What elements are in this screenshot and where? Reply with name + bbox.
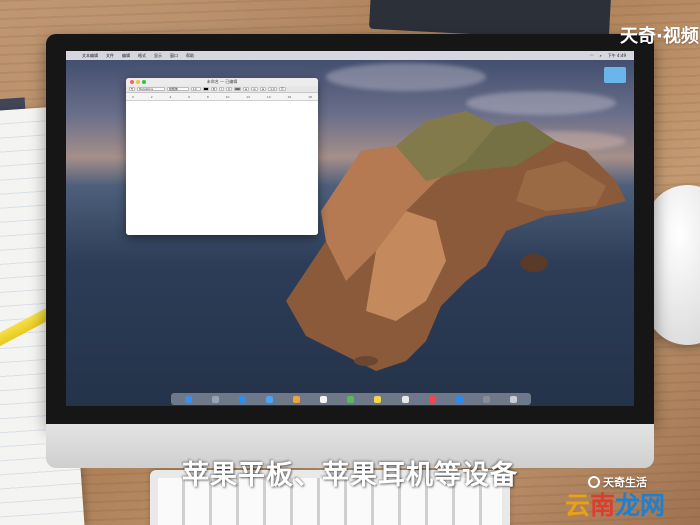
font-style-select[interactable]: 常规体 <box>166 87 189 91</box>
ruler-mark: 14 <box>266 95 271 99</box>
window-titlebar[interactable]: 未命名 — 已编辑 <box>126 78 318 86</box>
menu-bar: 文本编辑 文件 编辑 格式 显示 窗口 帮助 ◠ ⌕ 下午 4:49 <box>66 51 634 60</box>
dock <box>171 393 531 405</box>
align-center-button[interactable]: ≡ <box>242 87 250 91</box>
text-color-swatch[interactable] <box>202 87 209 91</box>
ruler-mark: 16 <box>287 95 292 99</box>
window-title: 未命名 — 已编辑 <box>206 79 238 84</box>
ruler-mark: 12 <box>246 95 251 99</box>
site-mark-part3: 龙网 <box>615 491 666 520</box>
menu-item-help[interactable]: 帮助 <box>186 53 194 59</box>
align-right-button[interactable]: ≡ <box>251 87 258 91</box>
appstore-icon[interactable] <box>455 395 463 403</box>
safari-icon[interactable] <box>239 395 247 403</box>
menu-item-file[interactable]: 文件 <box>106 53 114 59</box>
notes-icon[interactable] <box>374 395 382 403</box>
list-select[interactable]: ☰ <box>278 87 286 91</box>
calendar-icon[interactable] <box>320 395 328 403</box>
justify-button[interactable]: ≡ <box>259 87 267 91</box>
photos-icon[interactable] <box>293 395 301 403</box>
status-area: ◠ ⌕ 下午 4:49 <box>590 53 626 59</box>
top-watermark: 天奇·视频 <box>620 26 699 47</box>
underline-button[interactable]: U <box>225 87 233 91</box>
launchpad-icon[interactable] <box>212 395 220 403</box>
cloud <box>326 63 486 91</box>
format-toolbar: ¶ Helvetica 常规体 12 B I U ≡ ≡ ≡ ≡ 1.0 ☰ <box>126 86 318 93</box>
align-left-button[interactable]: ≡ <box>234 87 241 91</box>
ruler-mark: 6 <box>188 95 191 99</box>
site-mark-part1: 云 <box>565 491 591 520</box>
italic-button[interactable]: I <box>218 87 224 91</box>
mac-screen: 文本编辑 文件 编辑 格式 显示 窗口 帮助 ◠ ⌕ 下午 4:49 未命名 —… <box>66 51 634 406</box>
ruler-mark: 4 <box>169 95 172 99</box>
menu-item-view[interactable]: 显示 <box>154 53 162 59</box>
font-size-select[interactable]: 12 <box>190 87 201 91</box>
textedit-window[interactable]: 未命名 — 已编辑 ¶ Helvetica 常规体 12 B I U ≡ ≡ ≡… <box>126 78 318 235</box>
site-mark-part2: 南 <box>590 491 616 520</box>
clock[interactable]: 下午 4:49 <box>608 53 626 59</box>
ruler-mark: 8 <box>206 95 209 99</box>
maps-icon[interactable] <box>347 395 355 403</box>
ruler-mark: 18 <box>308 95 312 99</box>
paragraph-style-select[interactable]: ¶ <box>129 87 135 91</box>
bold-button[interactable]: B <box>210 87 217 91</box>
menu-item-format[interactable]: 格式 <box>138 53 146 59</box>
folder-icon[interactable] <box>604 67 626 83</box>
document-text-area[interactable] <box>126 101 318 235</box>
ruler-mark: 0 <box>132 95 134 99</box>
menu-item-window[interactable]: 窗口 <box>170 53 178 59</box>
reminders-icon[interactable] <box>401 395 409 403</box>
settings-icon[interactable] <box>482 395 490 403</box>
font-family-select[interactable]: Helvetica <box>136 87 165 91</box>
mail-icon[interactable] <box>266 395 274 403</box>
trash-icon[interactable] <box>509 395 517 403</box>
music-icon[interactable] <box>428 395 436 403</box>
catalina-island <box>286 111 626 371</box>
ruler[interactable]: 0 2 4 6 8 10 12 14 16 18 <box>126 93 318 101</box>
wifi-icon[interactable]: ◠ <box>590 53 594 58</box>
finder-icon[interactable] <box>185 395 193 403</box>
ruler-mark: 10 <box>225 95 230 99</box>
ruler-mark: 2 <box>150 95 153 99</box>
menu-item-app[interactable]: 文本编辑 <box>82 53 98 59</box>
menu-item-edit[interactable]: 编辑 <box>122 53 130 59</box>
line-spacing-select[interactable]: 1.0 <box>268 87 277 91</box>
site-watermark: 云南龙网 <box>565 486 665 522</box>
search-icon[interactable]: ⌕ <box>599 53 601 58</box>
